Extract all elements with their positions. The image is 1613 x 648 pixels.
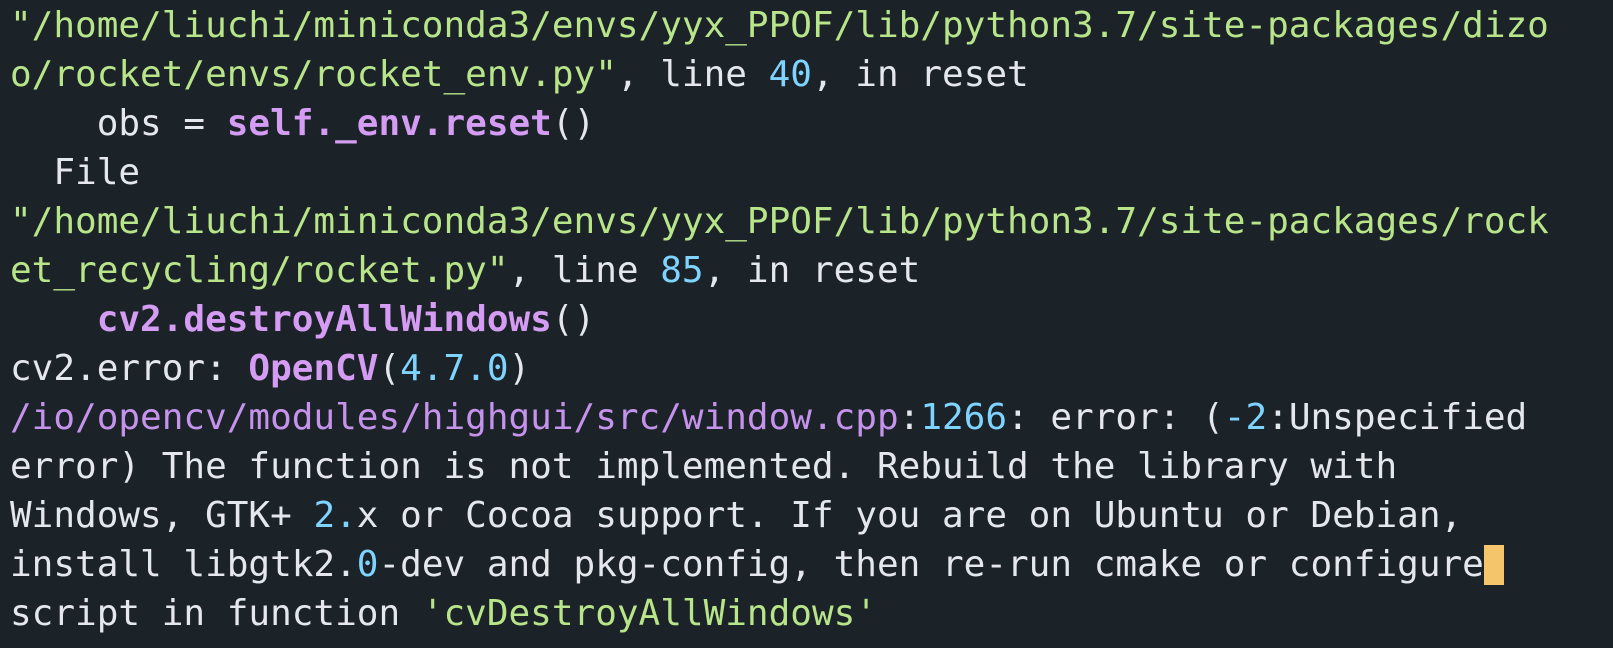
- terminal-cursor: [1483, 545, 1504, 585]
- terminal-text-segment: (): [551, 103, 596, 144]
- terminal-line: error) The function is not implemented. …: [10, 442, 1613, 491]
- terminal-line: obs = self._env.reset(): [10, 99, 1613, 148]
- terminal-line: cv2.error: OpenCV(4.7.0): [10, 344, 1613, 393]
- terminal-text-segment: 1266: [920, 397, 1008, 438]
- terminal-text-segment: x or Cocoa support. If you are on Ubuntu…: [356, 495, 1463, 536]
- terminal-text-segment: :Unspecified: [1267, 397, 1528, 438]
- terminal-output: "/home/liuchi/miniconda3/envs/yyx_PPOF/l…: [10, 1, 1613, 638]
- terminal-line: script in function 'cvDestroyAllWindows': [10, 589, 1613, 638]
- terminal-text-segment: "/home/liuchi/miniconda3/envs/yyx_PPOF/l…: [10, 201, 1549, 242]
- terminal-text-segment: script in function: [10, 593, 422, 634]
- terminal-line: et_recycling/rocket.py", line 85, in res…: [10, 246, 1613, 295]
- terminal-text-segment: /io/opencv/modules/highgui/src/window.cp…: [10, 397, 899, 438]
- terminal-text-segment: 40: [768, 54, 812, 95]
- terminal-text-segment: 85: [660, 250, 704, 291]
- terminal-text-segment: File: [10, 152, 141, 193]
- terminal-line: File: [10, 148, 1613, 197]
- terminal-line: "/home/liuchi/miniconda3/envs/yyx_PPOF/l…: [10, 197, 1613, 246]
- terminal-text-segment: ): [508, 348, 531, 389]
- terminal-text-segment: 'cvDestroyAllWindows': [421, 593, 877, 634]
- terminal-window[interactable]: "/home/liuchi/miniconda3/envs/yyx_PPOF/l…: [0, 0, 1613, 648]
- terminal-text-segment: OpenCV: [248, 348, 379, 389]
- terminal-text-segment: error) The function is not implemented. …: [10, 446, 1398, 487]
- terminal-text-segment: "/home/liuchi/miniconda3/envs/yyx_PPOF/l…: [10, 5, 1549, 46]
- terminal-text-segment: (): [551, 299, 596, 340]
- terminal-text-segment: et_recycling/rocket.py": [10, 250, 509, 291]
- terminal-text-segment: Windows, GTK+: [10, 495, 314, 536]
- terminal-text-segment: self._env.reset: [226, 103, 552, 144]
- terminal-text-segment: 4.7.0: [400, 348, 509, 389]
- terminal-text-segment: , in reset: [811, 54, 1029, 95]
- terminal-text-segment: , line: [616, 54, 769, 95]
- terminal-text-segment: , line: [508, 250, 661, 291]
- terminal-text-segment: : error: (: [1007, 397, 1224, 438]
- terminal-text-segment: cv2.destroyAllWindows: [96, 299, 552, 340]
- terminal-text-segment: 2.: [313, 495, 357, 536]
- terminal-line: Windows, GTK+ 2.x or Cocoa support. If y…: [10, 491, 1613, 540]
- terminal-text-segment: -dev and pkg-config, then re-run cmake o…: [378, 544, 1484, 585]
- terminal-text-segment: install libgtk2.: [10, 544, 357, 585]
- terminal-text-segment: (: [378, 348, 401, 389]
- terminal-text-segment: cv2.error:: [10, 348, 249, 389]
- terminal-text-segment: -2: [1223, 397, 1268, 438]
- terminal-text-segment: :: [898, 397, 921, 438]
- terminal-text-segment: obs =: [10, 103, 227, 144]
- terminal-line: "/home/liuchi/miniconda3/envs/yyx_PPOF/l…: [10, 1, 1613, 50]
- terminal-line: /io/opencv/modules/highgui/src/window.cp…: [10, 393, 1613, 442]
- terminal-line: install libgtk2.0-dev and pkg-config, th…: [10, 540, 1613, 589]
- terminal-line: cv2.destroyAllWindows(): [10, 295, 1613, 344]
- terminal-text-segment: o/rocket/envs/rocket_env.py": [10, 54, 617, 95]
- terminal-text-segment: , in reset: [703, 250, 921, 291]
- terminal-text-segment: 0: [356, 544, 379, 585]
- terminal-line: o/rocket/envs/rocket_env.py", line 40, i…: [10, 50, 1613, 99]
